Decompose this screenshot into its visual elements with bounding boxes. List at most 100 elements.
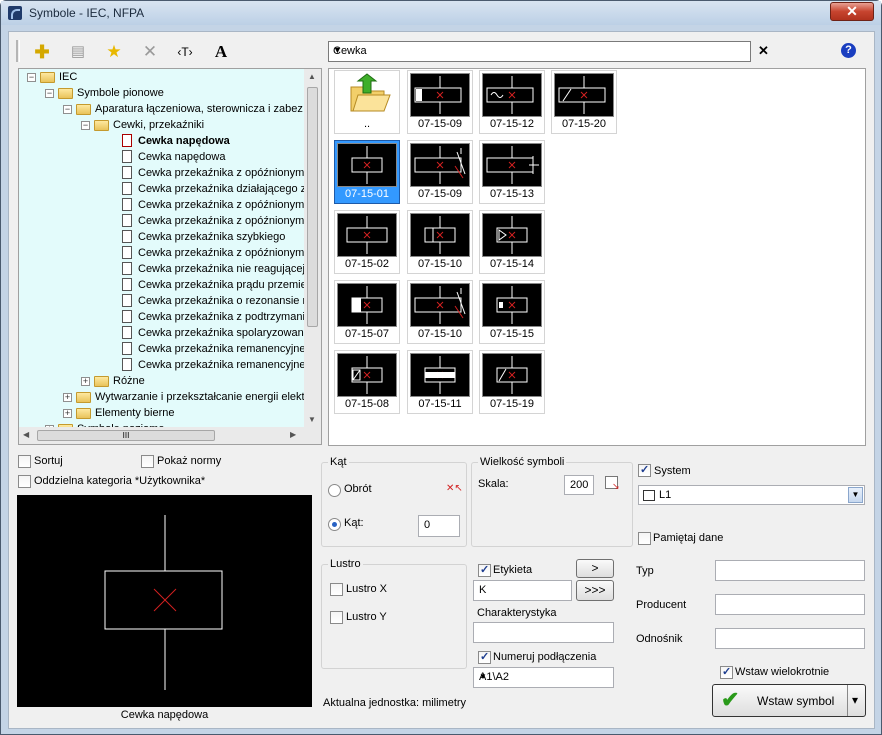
scroll-down-icon[interactable]: ▼ (308, 415, 316, 424)
symbol-tile[interactable]: 07-15-09 (407, 140, 473, 204)
scroll-left-icon[interactable]: ◀ (23, 430, 29, 439)
close-button[interactable]: ✕ (830, 2, 874, 21)
scroll-right-icon[interactable]: ▶ (290, 430, 296, 439)
chevron-down-icon[interactable]: ▼ (848, 487, 863, 503)
category-tree[interactable]: − IEC − Symbole pionowe − Aparatura łączeniow… (18, 68, 322, 445)
mirror-y-checkbox[interactable] (330, 611, 343, 624)
tree-horizontal-scrollbar[interactable]: ◀ III ▶ (19, 427, 321, 444)
rotation-radio[interactable] (328, 484, 341, 497)
system-checkbox[interactable] (638, 463, 651, 477)
tree-symbol-item[interactable]: Cewka przekaźnika z opóźnionym z (19, 213, 304, 229)
symbol-tile[interactable]: 07-15-10 (407, 280, 473, 344)
next-all-label-button[interactable]: >>> (576, 580, 614, 601)
help-icon[interactable]: ? (841, 43, 856, 58)
label-input[interactable]: K (473, 580, 572, 601)
search-combo[interactable]: Cewka ▼ (328, 41, 751, 62)
symbol-tile[interactable]: 07-15-19 (479, 350, 545, 414)
tree-symbol-item[interactable]: Cewka przekaźnika prądu przemier (19, 277, 304, 293)
angle-radio[interactable] (328, 518, 341, 531)
tree-folder-item[interactable]: − IEC (19, 69, 304, 85)
reference-input[interactable] (715, 628, 865, 649)
collapse-icon[interactable]: − (63, 105, 72, 114)
text-tag-icon[interactable]: ‹T› (174, 41, 196, 63)
mirror-x-checkbox[interactable] (330, 583, 343, 596)
tree-symbol-item[interactable]: Cewka przekaźnika remanencyjnej (19, 341, 304, 357)
angle-input[interactable]: 0 (418, 515, 460, 537)
collapse-icon[interactable]: − (45, 89, 54, 98)
expand-icon[interactable]: + (63, 409, 72, 418)
tree-folder-item[interactable]: − Cewki, przekaźniki (19, 117, 304, 133)
number-connections-checkbox[interactable] (478, 650, 491, 664)
parent-folder-tile[interactable]: .. (334, 70, 400, 134)
symbol-tile[interactable]: 07-15-11 (407, 350, 473, 414)
tree-symbol-item[interactable]: Cewka przekaźnika z opóźnionym p (19, 245, 304, 261)
insert-dropdown-icon[interactable]: ▾ (852, 693, 858, 707)
tree-symbol-item[interactable]: Cewka przekaźnika szybkiego (19, 229, 304, 245)
tree-symbol-item[interactable]: Cewka przekaźnika z opóźnionym p (19, 165, 304, 181)
tree-symbol-item[interactable]: Cewka przekaźnika remanencyjnej (19, 357, 304, 373)
expand-icon[interactable]: + (63, 393, 72, 402)
symbol-code-label: .. (363, 118, 371, 130)
collapse-icon[interactable]: − (81, 121, 90, 130)
symbol-tile[interactable]: 07-15-15 (479, 280, 545, 344)
symbol-tile[interactable]: 07-15-08 (334, 350, 400, 414)
scroll-thumb-h[interactable]: III (37, 430, 215, 441)
tree-symbol-item[interactable]: Cewka napędowa (19, 149, 304, 165)
toolbar-grip[interactable] (16, 40, 20, 62)
type-input[interactable] (715, 560, 865, 581)
tree-symbol-item[interactable]: Cewka napędowa (19, 133, 304, 149)
chevron-down-icon[interactable]: ▼ (479, 672, 609, 681)
layer-select[interactable]: L1 ▼ (638, 485, 865, 505)
scroll-thumb[interactable] (307, 87, 318, 327)
delete-icon[interactable]: ✕ (139, 41, 161, 63)
layer-color-swatch (643, 490, 655, 501)
symbol-drawing (337, 213, 397, 257)
tree-symbol-item[interactable]: Cewka przekaźnika o rezonansie m (19, 293, 304, 309)
tree-vertical-scrollbar[interactable]: ▲ ▼ (304, 69, 321, 427)
tree-folder-item[interactable]: + Elementy bierne (19, 405, 304, 421)
show-norms-checkbox[interactable] (141, 455, 154, 468)
insert-symbol-button[interactable]: ✔ Wstaw symbol ▾ (712, 684, 866, 717)
label-checkbox[interactable] (478, 563, 491, 577)
connections-select[interactable]: A1\A2 ▼ (473, 667, 614, 688)
symbol-tile[interactable]: 07-15-02 (334, 210, 400, 274)
symbol-tile[interactable]: 07-15-07 (334, 280, 400, 344)
tree-folder-item[interactable]: + Różne (19, 373, 304, 389)
expand-icon[interactable]: + (81, 377, 90, 386)
remember-data-checkbox[interactable] (638, 532, 651, 545)
chevron-down-icon[interactable]: ▼ (333, 45, 746, 55)
collapse-icon[interactable]: − (27, 73, 36, 82)
producer-input[interactable] (715, 594, 865, 615)
favorite-star-icon[interactable]: ★ (103, 41, 125, 63)
tree-folder-item[interactable]: + Wytwarzanie i przekształcanie energii e… (19, 389, 304, 405)
insert-multiple-checkbox[interactable] (720, 665, 733, 679)
add-icon[interactable]: ✚ (31, 41, 53, 63)
tree-folder-item[interactable]: − Symbole pionowe (19, 85, 304, 101)
symbol-tile[interactable]: 07-15-14 (479, 210, 545, 274)
tree-symbol-item[interactable]: Cewka przekaźnika działającego z (19, 181, 304, 197)
clear-search-button[interactable]: ✕ (758, 43, 769, 59)
scale-input[interactable]: 200 (564, 475, 594, 495)
scroll-up-icon[interactable]: ▲ (308, 72, 316, 81)
folder-icon (76, 104, 91, 115)
symbol-tile[interactable]: 07-15-10 (407, 210, 473, 274)
separate-category-checkbox[interactable] (18, 475, 31, 488)
symbol-tile[interactable]: 07-15-12 (479, 70, 545, 134)
properties-icon[interactable]: ▤ (67, 41, 89, 63)
symbol-tile[interactable]: 07-15-20 (551, 70, 617, 134)
symbol-tile[interactable]: 07-15-13 (479, 140, 545, 204)
font-style-icon[interactable]: A (210, 41, 232, 63)
tree-symbol-item[interactable]: Cewka przekaźnika z podtrzymanie (19, 309, 304, 325)
tree-item-label: Cewka przekaźnika z opóźnionym z (138, 199, 304, 211)
characteristic-input[interactable] (473, 622, 614, 643)
tree-symbol-item[interactable]: Cewka przekaźnika z opóźnionym z (19, 197, 304, 213)
rotate-cursor-icon[interactable]: ✕↖ (446, 483, 463, 494)
tree-folder-item[interactable]: − Aparatura łączeniowa, sterownicza i zab… (19, 101, 304, 117)
next-label-button[interactable]: > (576, 559, 614, 578)
symbol-tile[interactable]: 07-15-09 (407, 70, 473, 134)
sort-checkbox[interactable] (18, 455, 31, 468)
symbol-tile[interactable]: 07-15-01 (334, 140, 400, 204)
tree-symbol-item[interactable]: Cewka przekaźnika nie reagującej (19, 261, 304, 277)
tree-symbol-item[interactable]: Cewka przekaźnika spolaryzowana (19, 325, 304, 341)
pick-scale-icon[interactable]: ↘ (605, 476, 620, 491)
